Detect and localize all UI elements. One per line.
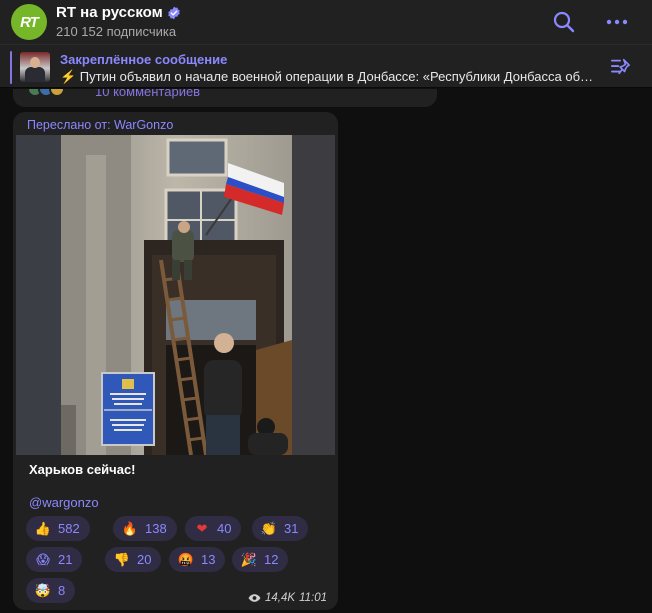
reaction-count: 31 [284,521,299,536]
thumbs-up-icon: 👍 [34,520,52,536]
forwarded-from[interactable]: Переслано от: WarGonzo [27,118,173,132]
channel-title: RT на русском [56,4,163,21]
reaction-count: 20 [137,552,152,567]
reaction-count: 582 [58,521,80,536]
search-icon[interactable] [552,10,576,34]
pinned-accent-line [10,51,12,84]
chat-header: RT RT на русском 210 152 подписчика [0,0,652,44]
reaction-count: 138 [145,521,167,536]
angry-icon: 🤬 [177,551,195,567]
reaction-count: 40 [217,521,232,536]
pinned-title: Закреплённое сообщение [60,52,228,67]
pinned-list-icon[interactable] [610,57,632,77]
view-count: 14,4K [265,592,296,604]
reaction-count: 8 [58,583,66,598]
mind-blown-icon: 🤯 [34,582,52,598]
reaction-scream[interactable]: 😱 21 [26,547,83,572]
message-meta: 14,4K 11:01 [248,592,327,604]
pinned-thumbnail [20,52,50,82]
reaction-thumbs-up[interactable]: 👍 582 [26,516,90,541]
party-popper-icon: 🎉 [240,551,258,567]
heart-icon: ❤ [196,520,208,536]
message-caption: Харьков сейчас! [29,462,136,477]
commenter-avatars [27,89,65,97]
verified-icon [167,6,180,19]
reaction-count: 12 [264,552,279,567]
more-options-icon[interactable] [605,10,629,34]
reaction-count: 21 [58,552,73,567]
comments-link[interactable]: 10 комментариев [95,89,200,99]
avatar-logo-text: RT [20,13,39,31]
pinned-text: ⚡️ Путин объявил о начале военной операц… [60,69,600,84]
channel-info[interactable]: RT на русском 210 152 подписчика [56,4,181,39]
reaction-mind-blown[interactable]: 🤯 8 [26,578,76,603]
clap-icon: 👏 [260,520,278,536]
pinned-message-bar[interactable]: Закреплённое сообщение ⚡️ Путин объявил … [0,44,652,88]
message-photo[interactable] [16,135,335,455]
channel-title-row: RT на русском [56,4,181,21]
author-mention-link[interactable]: @wargonzo [29,495,99,510]
reaction-clap[interactable]: 👏 31 [252,516,309,541]
views-eye-icon [248,594,261,602]
fire-icon: 🔥 [121,520,139,536]
channel-avatar[interactable]: RT [11,4,47,40]
reaction-heart[interactable]: ❤ 40 [185,516,242,541]
thumbs-down-icon: 👎 [113,551,131,567]
subscriber-count: 210 152 подписчика [56,24,177,39]
reaction-fire[interactable]: 🔥 138 [113,516,177,541]
message-time: 11:01 [299,592,327,604]
reaction-thumbs-down[interactable]: 👎 20 [105,547,162,572]
message-bubble: Переслано от: WarGonzo Харьков сейчас! @… [13,112,338,610]
photo-image [16,135,335,455]
previous-message: 10 комментариев [13,89,437,107]
scream-icon: 😱 [36,551,50,567]
reaction-angry[interactable]: 🤬 13 [169,547,226,572]
reaction-count: 13 [201,552,216,567]
reaction-party[interactable]: 🎉 12 [232,547,289,572]
